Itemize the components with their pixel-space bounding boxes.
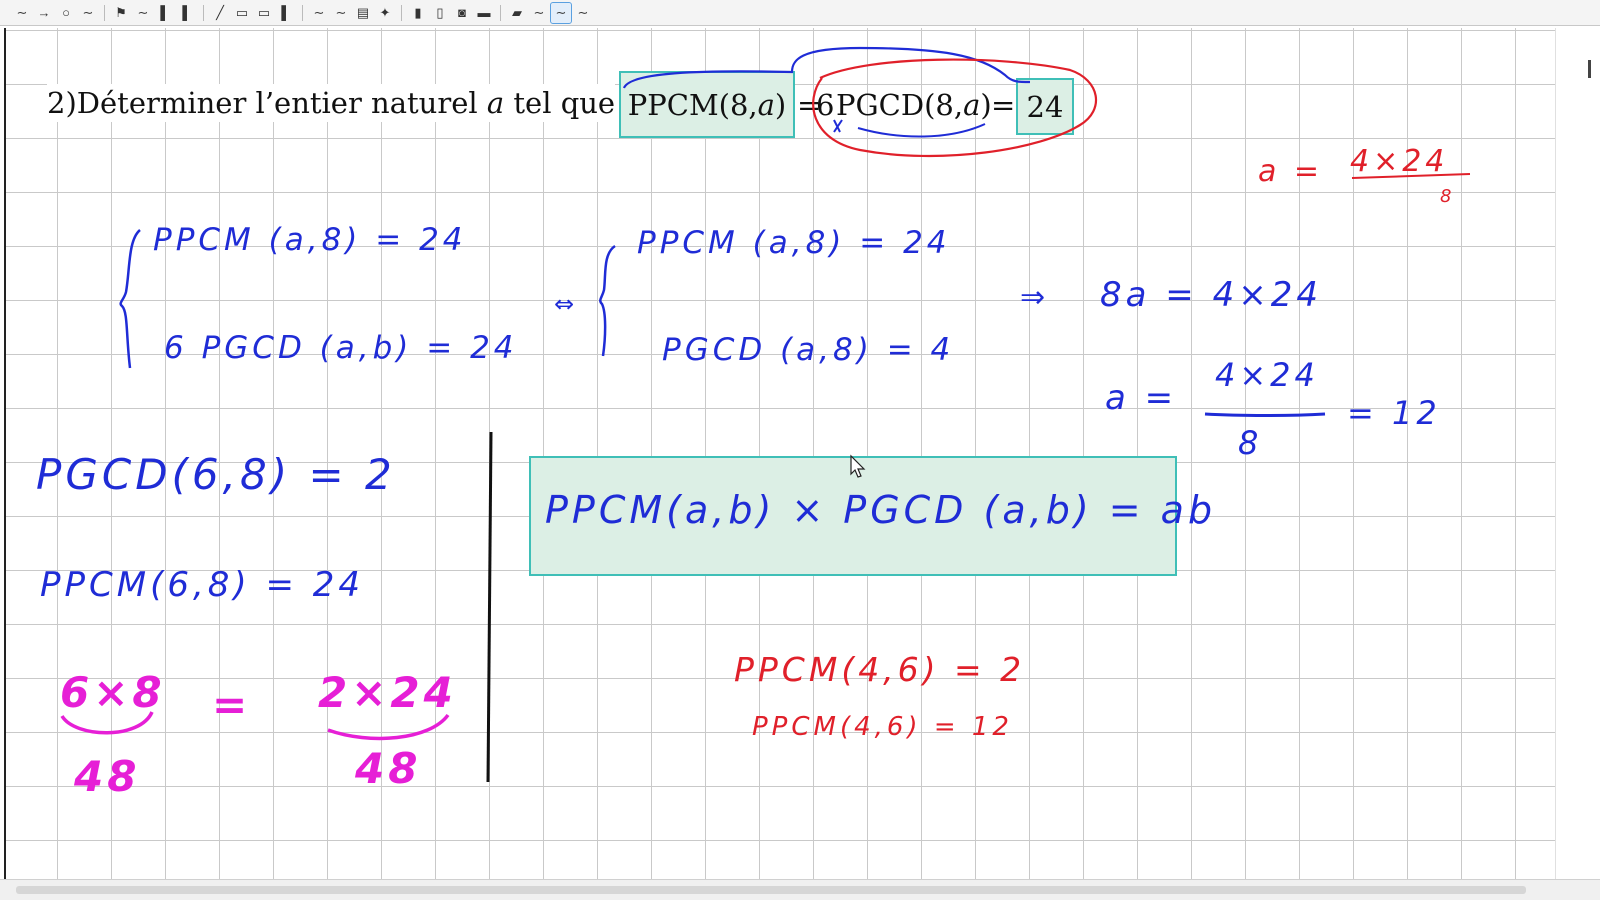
a-numerator: 4×24 (1215, 356, 1319, 394)
magenta-left-denominator: 48 (74, 752, 141, 801)
red-ppcm-4-6-first: PPCM(4,6) = 2 (734, 650, 1026, 689)
circle-icon[interactable]: ○ (56, 3, 76, 23)
red-pen-icon[interactable]: ∼ (133, 3, 153, 23)
equation-8a: 8a = 4×24 (1100, 275, 1322, 315)
system2-line2: PGCD (a,8) = 4 (662, 332, 955, 368)
screen-icon[interactable]: ▬ (474, 3, 494, 23)
red-ppcm-4-6-second: PPCM(4,6) = 12 (752, 712, 1013, 742)
pgcd-6-8: PGCD(6,8) = 2 (36, 450, 396, 499)
camera-icon[interactable]: ◙ (452, 3, 472, 23)
system1-line2: 6 PGCD (a,b) = 24 (164, 330, 518, 366)
line-icon[interactable]: ╱ (210, 3, 230, 23)
stroke2-icon[interactable]: ∼ (573, 3, 593, 23)
toolbar-separator (302, 4, 303, 21)
red-a-denominator: 8 (1440, 186, 1456, 207)
pen-icon[interactable]: ∼ (12, 3, 32, 23)
freehand-icon[interactable]: ∼ (78, 3, 98, 23)
horizontal-scroll-thumb[interactable] (16, 886, 1526, 894)
magenta-right-denominator: 48 (355, 744, 422, 793)
toolbar-separator (104, 4, 105, 21)
arrow-icon[interactable]: → (34, 3, 54, 23)
coefficient-six: 6 (816, 88, 835, 122)
text-icon[interactable]: ▭ (232, 3, 252, 23)
system1-line1: PPCM (a,8) = 24 (153, 222, 467, 258)
result-24-box: 24 (1016, 78, 1074, 135)
ruler-icon[interactable]: ▭ (254, 3, 274, 23)
a-lhs: a = (1105, 378, 1178, 418)
yellow-highlighter-icon[interactable]: ▌ (155, 3, 175, 23)
a-denominator: 8 (1238, 424, 1263, 462)
stroke-icon[interactable]: ∼ (529, 3, 549, 23)
flag-icon[interactable]: ⚑ (111, 3, 131, 23)
implies-symbol: ⇒ (1020, 280, 1050, 315)
pgcd-expression: PGCD(8,𝑎) (836, 88, 992, 122)
magenta-right-numerator: 2×24 (318, 668, 457, 717)
mobile-icon[interactable]: ▯ (430, 3, 450, 23)
ppcm-highlight-box: PPCM(8,𝑎) (619, 71, 795, 138)
active-pen-icon[interactable]: ∼ (550, 1, 572, 24)
wave2-icon[interactable]: ∼ (331, 3, 351, 23)
toolbar-separator (500, 4, 501, 21)
vertical-scroll-thumb[interactable] (1588, 60, 1591, 78)
toolbar: ∼ → ○ ∼ ⚑ ∼ ▌ ▌ ╱ ▭ ▭ ▌ ∼ ∼ ▤ ✦ ▮ ▯ ◙ ▬ ▰ ∼ ∼ ∼ (0, 0, 1600, 26)
vertical-scrollbar[interactable] (1555, 28, 1600, 880)
magenta-equals: = (212, 680, 252, 729)
book-icon[interactable]: ▮ (408, 3, 428, 23)
horizontal-scrollbar[interactable] (0, 879, 1600, 900)
toolbar-separator (203, 4, 204, 21)
green-marker-icon[interactable]: ▌ (276, 3, 296, 23)
figure-icon[interactable]: ✦ (375, 3, 395, 23)
equals-sign-2: = (991, 88, 1016, 122)
ppcm-6-8: PPCM(6,8) = 24 (40, 565, 365, 605)
toolbar-separator (401, 4, 402, 21)
magenta-left-numerator: 6×8 (60, 668, 166, 717)
record-icon[interactable]: ▰ (507, 3, 527, 23)
cyan-highlighter-icon[interactable]: ▌ (177, 3, 197, 23)
ppcm-pgcd-formula: PPCM(a,b) × PGCD (a,b) = ab (545, 488, 1217, 532)
stamp-icon[interactable]: ▤ (353, 3, 373, 23)
wave-icon[interactable]: ∼ (309, 3, 329, 23)
red-a-numerator: 4×24 (1350, 144, 1449, 179)
system2-line1: PPCM (a,8) = 24 (637, 225, 951, 261)
problem-statement: 2)Déterminer l’entier naturel 𝑎 tel que (47, 84, 616, 122)
red-a-lhs: a = (1258, 154, 1324, 189)
a-result: = 12 (1347, 394, 1441, 432)
equivalence-symbol: ⇔ (554, 290, 579, 318)
